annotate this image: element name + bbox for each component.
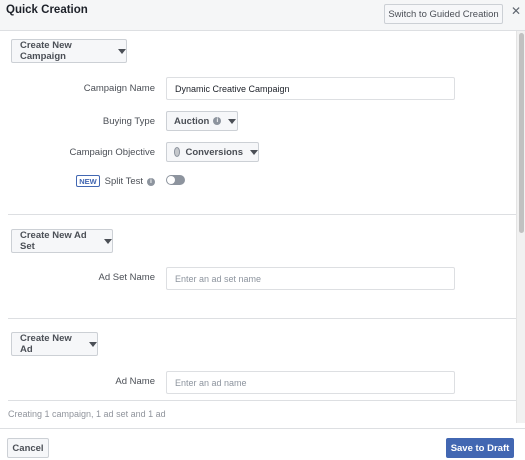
buying-type-value: Auction (174, 115, 210, 127)
ad-set-name-label: Ad Set Name (98, 272, 156, 283)
info-icon: i (147, 177, 155, 186)
campaign-objective-label: Campaign Objective (69, 147, 155, 158)
switch-to-guided-button[interactable]: Switch to Guided Creation (384, 4, 503, 24)
scrollbar-thumb[interactable] (519, 33, 524, 233)
toggle-knob (167, 176, 175, 184)
split-test-label: Split Test (104, 176, 143, 187)
ad-name-label: Ad Name (115, 376, 155, 387)
create-new-ad-set-label: Create New Ad Set (20, 230, 87, 252)
close-icon[interactable]: ✕ (511, 4, 521, 18)
campaign-objective-value: Conversions (185, 146, 243, 158)
creation-summary: Creating 1 campaign, 1 ad set and 1 ad (8, 409, 166, 419)
new-badge: NEW (76, 175, 100, 187)
section-divider (8, 318, 516, 319)
caret-down-icon (89, 341, 97, 347)
ad-set-name-input[interactable]: Enter an ad set name (166, 267, 455, 290)
split-test-toggle[interactable] (166, 175, 185, 185)
buying-type-select[interactable]: Auction i (166, 111, 238, 131)
caret-down-icon (228, 118, 237, 124)
create-new-campaign-label: Create New Campaign (20, 40, 72, 62)
caret-down-icon (250, 149, 258, 155)
create-new-ad-set-dropdown[interactable]: Create New Ad Set (11, 229, 113, 253)
cancel-button[interactable]: Cancel (7, 438, 49, 458)
save-to-draft-button[interactable]: Save to Draft (446, 438, 514, 458)
section-divider (8, 400, 516, 401)
footer-divider (0, 428, 525, 429)
campaign-objective-select[interactable]: Conversions (166, 142, 259, 162)
create-new-ad-label: Create New Ad (20, 333, 72, 355)
section-divider (8, 214, 516, 215)
create-new-campaign-dropdown[interactable]: Create New Campaign (11, 39, 127, 63)
conversions-icon (174, 147, 181, 157)
dialog-header: Quick Creation Switch to Guided Creation… (0, 0, 525, 31)
info-icon: i (213, 117, 222, 125)
campaign-name-label: Campaign Name (83, 83, 155, 94)
campaign-name-input[interactable]: Dynamic Creative Campaign (166, 77, 455, 100)
caret-down-icon (104, 238, 112, 244)
scrollbar[interactable] (516, 31, 525, 423)
split-test-label-group: Split Test i (100, 176, 155, 187)
caret-down-icon (118, 48, 126, 54)
buying-type-label: Buying Type (102, 116, 155, 127)
dialog-title: Quick Creation (6, 4, 88, 16)
create-new-ad-dropdown[interactable]: Create New Ad (11, 332, 98, 356)
ad-name-input[interactable]: Enter an ad name (166, 371, 455, 394)
